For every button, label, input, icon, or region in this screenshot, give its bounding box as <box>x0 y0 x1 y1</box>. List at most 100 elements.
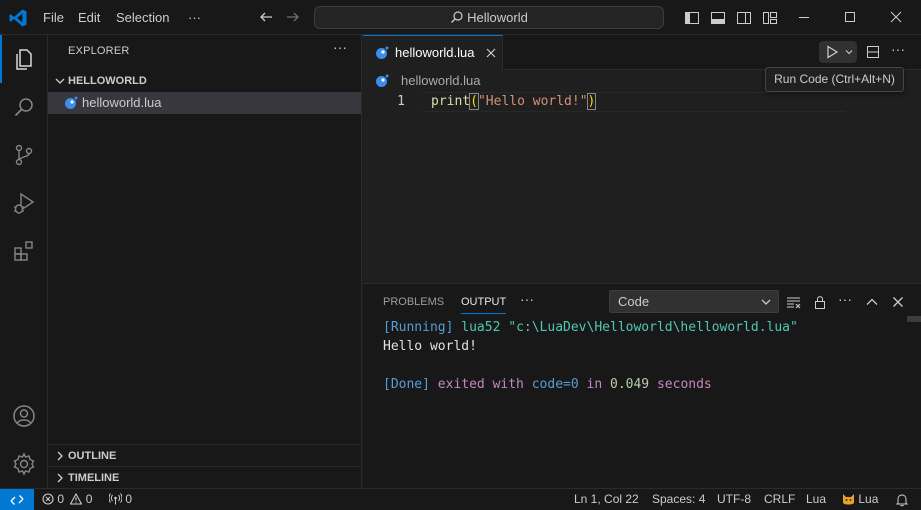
title-bar: File Edit Selection ··· Helloworld <box>0 0 921 35</box>
forward-arrow-icon[interactable] <box>285 9 301 25</box>
customize-layout-icon[interactable] <box>762 10 778 26</box>
panel-more-actions-button[interactable]: ··· <box>838 291 854 307</box>
chevron-right-icon <box>57 473 63 483</box>
lua-extension-status[interactable]: Lua <box>842 489 878 510</box>
ports-count: 0 <box>125 492 133 506</box>
chevron-right-icon <box>57 451 63 461</box>
outline-label: OUTLINE <box>68 450 117 462</box>
search-activity-button[interactable] <box>0 83 48 131</box>
menu-edit[interactable]: Edit <box>78 0 100 35</box>
ports-status[interactable]: 0 <box>108 489 133 510</box>
menu-selection[interactable]: Selection <box>116 0 169 35</box>
tab-label: helloworld.lua <box>395 45 475 60</box>
running-command: lua52 "c:\LuaDev\Helloworld\helloworld.l… <box>453 320 798 335</box>
close-tab-icon[interactable] <box>484 46 498 60</box>
accounts-activity-button[interactable] <box>0 392 48 440</box>
close-window-icon[interactable] <box>873 0 919 35</box>
running-tag: [Running] <box>383 320 454 335</box>
gear-icon <box>13 452 35 476</box>
file-tree-label: helloworld.lua <box>82 95 162 110</box>
problems-status[interactable]: 0 0 <box>42 489 92 510</box>
done-in: in <box>578 377 610 392</box>
file-tree-item[interactable]: helloworld.lua <box>48 92 361 114</box>
source-control-icon <box>15 144 33 166</box>
error-icon <box>42 493 54 505</box>
line-number: 1 <box>397 94 405 109</box>
done-seconds: seconds <box>649 377 712 392</box>
toggle-secondary-sidebar-icon[interactable] <box>736 10 752 26</box>
lock-icon[interactable] <box>812 294 828 310</box>
extensions-activity-button[interactable] <box>0 227 48 275</box>
done-time: 0.049 <box>610 377 650 392</box>
output-done-line: [Done] exited with code=0 in 0.049 secon… <box>383 375 712 394</box>
menu-file[interactable]: File <box>43 0 64 35</box>
tab-output[interactable]: OUTPUT <box>461 294 507 314</box>
vscode-logo-icon <box>9 9 27 27</box>
bottom-panel: PROBLEMS OUTPUT ··· Code ··· [Running] l… <box>363 283 921 488</box>
timeline-section-header[interactable]: TIMELINE <box>48 467 361 489</box>
encoding-status[interactable]: UTF-8 <box>717 489 751 510</box>
editor-tab-helloworld[interactable]: helloworld.lua <box>363 35 503 70</box>
close-panel-icon[interactable] <box>890 294 906 310</box>
output-result-line: Hello world! <box>383 339 477 354</box>
editor-more-actions-button[interactable]: ··· <box>891 41 907 57</box>
output-scrollbar[interactable] <box>907 316 921 322</box>
output-channel-value: Code <box>618 294 650 309</box>
cat-icon <box>843 494 854 505</box>
indentation-status[interactable]: Spaces: 4 <box>652 489 705 510</box>
code-editor[interactable]: 1 print("Hello world!") <box>363 92 921 282</box>
eol-status[interactable]: CRLF <box>764 489 795 510</box>
token-string: "Hello world!" <box>477 94 588 109</box>
folder-section-header[interactable]: HELLOWORLD <box>48 70 361 92</box>
search-icon <box>14 98 33 117</box>
chevron-down-icon <box>55 78 65 84</box>
account-icon <box>13 405 35 427</box>
warning-count: 0 <box>85 492 93 506</box>
explorer-activity-button[interactable] <box>0 35 48 83</box>
cursor-position[interactable]: Ln 1, Col 22 <box>574 489 639 510</box>
toggle-panel-icon[interactable] <box>710 10 726 26</box>
lua-file-icon <box>376 46 389 59</box>
tab-problems[interactable]: PROBLEMS <box>383 294 444 310</box>
run-code-tooltip: Run Code (Ctrl+Alt+N) <box>765 67 904 92</box>
outline-section-header[interactable]: OUTLINE <box>48 445 361 467</box>
error-count: 0 <box>57 492 65 506</box>
sidebar-title: EXPLORER <box>68 45 130 57</box>
activity-bar <box>0 35 48 488</box>
explorer-more-actions-button[interactable]: ··· <box>333 39 347 55</box>
lua-extension-label: Lua <box>858 492 879 506</box>
token-bracket-close: ) <box>586 93 597 110</box>
manage-activity-button[interactable] <box>0 440 48 488</box>
breadcrumb-file[interactable]: helloworld.lua <box>401 70 481 92</box>
source-control-activity-button[interactable] <box>0 131 48 179</box>
folder-name: HELLOWORLD <box>68 75 147 87</box>
done-tag: [Done] <box>383 377 430 392</box>
broadcast-icon <box>108 493 123 505</box>
maximize-panel-icon[interactable] <box>864 294 880 310</box>
remote-indicator-button[interactable] <box>0 489 34 510</box>
split-editor-icon[interactable] <box>865 44 881 60</box>
remote-icon <box>10 495 24 505</box>
chevron-down-icon[interactable] <box>844 47 854 57</box>
done-exited: exited with <box>429 377 532 392</box>
extensions-icon <box>14 241 33 261</box>
lua-file-icon <box>65 96 78 109</box>
back-arrow-icon[interactable] <box>258 9 274 25</box>
token-function: print <box>431 94 471 109</box>
clear-output-icon[interactable] <box>786 294 802 310</box>
run-debug-activity-button[interactable] <box>0 179 48 227</box>
warning-icon <box>69 492 83 505</box>
token-bracket-open: ( <box>469 93 479 110</box>
command-center-search[interactable]: Helloworld <box>314 6 664 29</box>
panel-more-tabs-button[interactable]: ··· <box>520 291 534 307</box>
minimize-icon[interactable] <box>781 0 827 35</box>
run-code-button[interactable] <box>819 41 857 63</box>
lua-file-icon <box>376 74 389 87</box>
maximize-icon[interactable] <box>827 0 873 35</box>
toggle-primary-sidebar-icon[interactable] <box>684 10 700 26</box>
notifications-bell-icon[interactable] <box>895 493 909 507</box>
language-mode[interactable]: Lua <box>806 489 826 510</box>
output-channel-select[interactable]: Code <box>609 290 779 313</box>
code-line[interactable]: print("Hello world!") <box>431 92 597 112</box>
menu-more[interactable]: ··· <box>188 0 201 35</box>
